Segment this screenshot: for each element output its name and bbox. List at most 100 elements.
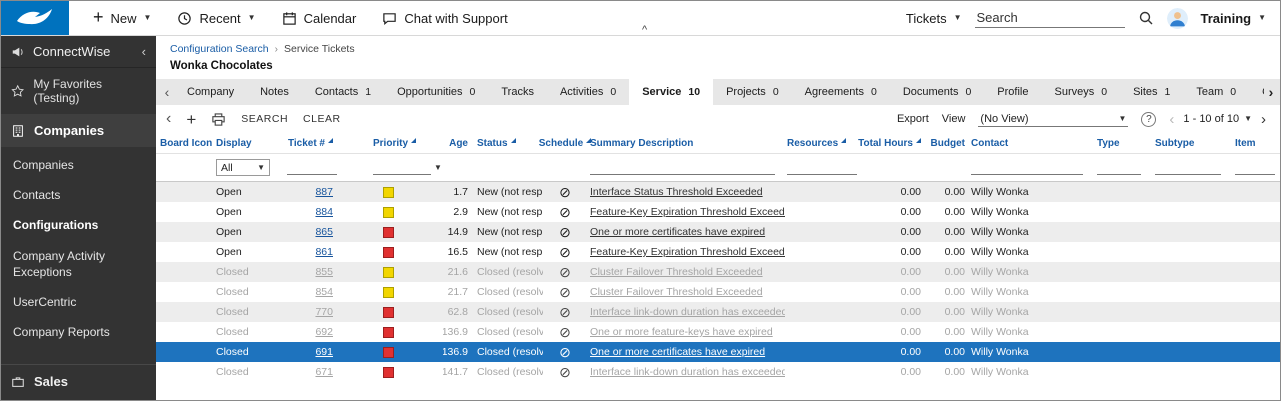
tab-service[interactable]: Service 10 [629,79,713,105]
column-header-status[interactable]: Status [471,133,543,153]
table-row[interactable]: Open 861 16.5 New (not resp... ⊘ Feature… [156,242,1280,262]
schedule-icon[interactable]: ⊘ [559,305,571,319]
schedule-icon[interactable]: ⊘ [559,285,571,299]
tab-documents[interactable]: Documents 0 [890,79,984,105]
summary-link[interactable]: Interface link-down duration has exceede… [590,306,785,318]
recent-button[interactable]: Recent ▼ [177,11,255,26]
chat-support-button[interactable]: Chat with Support [382,11,507,26]
tab-notes[interactable]: Notes [247,79,302,105]
summary-filter-input[interactable] [590,160,775,175]
ticket-link[interactable]: 691 [315,346,333,358]
tab-team[interactable]: Team 0 [1183,79,1249,105]
item-filter-input[interactable] [1235,160,1275,175]
tab-options[interactable]: Options [1249,79,1264,105]
tab-surveys[interactable]: Surveys 0 [1041,79,1120,105]
column-header-type[interactable]: Type [1089,133,1147,153]
pager-prev-icon[interactable]: ‹ [1169,112,1174,127]
pager-range-dropdown[interactable]: 1 - 10 of 10 ▼ [1183,113,1252,125]
add-ticket-icon[interactable]: + [186,111,196,128]
column-header-priority[interactable]: Priority [341,133,443,153]
schedule-icon[interactable]: ⊘ [559,325,571,339]
table-row[interactable]: Closed 854 21.7 Closed (resolv... ⊘ Clus… [156,282,1280,302]
table-row[interactable]: Closed 671 141.7 Closed (resolv... ⊘ Int… [156,362,1280,382]
column-header-contact[interactable]: Contact [969,133,1089,153]
search-icon[interactable] [1138,10,1154,26]
tab-company[interactable]: Company [174,79,247,105]
clear-button[interactable]: CLEAR [303,113,341,125]
table-row[interactable]: Open 884 2.9 New (not resp... ⊘ Feature-… [156,202,1280,222]
sidebar-item-contacts[interactable]: Contacts [1,180,156,210]
sidebar-item-configurations[interactable]: Configurations [1,210,156,240]
ticket-link[interactable]: 671 [315,366,333,378]
column-header-ticket[interactable]: Ticket # [279,133,341,153]
tickets-dropdown[interactable]: Tickets ▼ [906,11,962,26]
summary-link[interactable]: One or more certificates have expired [590,226,765,238]
view-select[interactable]: (No View) ▼ [978,112,1128,127]
schedule-icon[interactable]: ⊘ [559,205,571,219]
tab-activities[interactable]: Activities 0 [547,79,629,105]
topbar-collapse-caret[interactable]: ^ [642,26,647,35]
breadcrumb-parent-link[interactable]: Configuration Search [170,43,269,55]
priority-filter-input[interactable] [373,160,431,175]
type-filter-input[interactable] [1097,160,1141,175]
ticket-filter-input[interactable] [287,160,337,175]
calendar-button[interactable]: Calendar [282,11,357,26]
table-row[interactable]: Closed 692 136.9 Closed (resolv... ⊘ One… [156,322,1280,342]
tab-opportunities[interactable]: Opportunities 0 [384,79,488,105]
user-menu-button[interactable]: Training ▼ [1201,11,1266,26]
table-row[interactable]: Closed 770 62.8 Closed (resolv... ⊘ Inte… [156,302,1280,322]
tab-agreements[interactable]: Agreements 0 [792,79,890,105]
tab-tracks[interactable]: Tracks [488,79,547,105]
summary-link[interactable]: Feature-Key Expiration Threshold Exceede… [590,246,785,258]
column-header-schedule[interactable]: Schedule [543,133,587,153]
schedule-icon[interactable]: ⊘ [559,265,571,279]
sidebar-item-my-favorites[interactable]: My Favorites (Testing) [1,68,156,114]
ticket-link[interactable]: 887 [315,186,333,198]
column-header-budget[interactable]: Budget [925,133,969,153]
column-header-subtype[interactable]: Subtype [1147,133,1229,153]
search-button[interactable]: SEARCH [241,113,288,125]
schedule-icon[interactable]: ⊘ [559,245,571,259]
summary-link[interactable]: Feature-Key Expiration Threshold Exceede… [590,206,785,218]
sidebar-brand-row[interactable]: ConnectWise ‹ [1,36,156,68]
summary-link[interactable]: One or more certificates have expired [590,346,765,358]
summary-link[interactable]: Interface Status Threshold Exceeded [590,186,763,198]
contact-filter-input[interactable] [971,160,1083,175]
new-button[interactable]: + New ▼ [93,10,151,26]
global-search-input[interactable] [975,8,1125,28]
sidebar-collapse-icon[interactable]: ‹ [142,45,146,58]
tab-scroll-right-icon[interactable]: › [1264,79,1278,105]
subtype-filter-input[interactable] [1155,160,1221,175]
table-row[interactable]: Open 865 14.9 New (not resp... ⊘ One or … [156,222,1280,242]
tab-projects[interactable]: Projects 0 [713,79,792,105]
schedule-icon[interactable]: ⊘ [559,365,571,379]
column-header-age[interactable]: Age [443,133,471,153]
summary-link[interactable]: Interface link-down duration has exceede… [590,366,785,378]
summary-link[interactable]: Cluster Failover Threshold Exceeded [590,266,763,278]
ticket-link[interactable]: 865 [315,226,333,238]
chevron-down-icon[interactable]: ▼ [434,163,442,172]
sidebar-item-usercentric[interactable]: UserCentric [1,287,156,317]
table-row[interactable]: Closed 855 21.6 Closed (resolv... ⊘ Clus… [156,262,1280,282]
summary-link[interactable]: Cluster Failover Threshold Exceeded [590,286,763,298]
ticket-link[interactable]: 770 [315,306,333,318]
sidebar-section-companies[interactable]: Companies [1,114,156,147]
display-filter-select[interactable]: All ▼ [216,159,270,176]
help-icon[interactable]: ? [1141,112,1156,127]
tab-profile[interactable]: Profile [984,79,1041,105]
column-header-summary[interactable]: Summary Description [587,133,785,153]
schedule-icon[interactable]: ⊘ [559,345,571,359]
column-header-resources[interactable]: Resources [785,133,865,153]
print-icon[interactable] [211,112,226,127]
resources-filter-input[interactable] [787,160,857,175]
connectwise-logo[interactable] [1,1,69,35]
sidebar-item-companies[interactable]: Companies [1,150,156,180]
table-row[interactable]: Closed 691 136.9 Closed (resolv... ⊘ One… [156,342,1280,362]
schedule-icon[interactable]: ⊘ [559,185,571,199]
column-header-board-icon[interactable]: Board Icon [156,133,206,153]
column-header-total-hours[interactable]: Total Hours [865,133,925,153]
column-header-item[interactable]: Item [1229,133,1280,153]
sidebar-item-sales[interactable]: Sales [1,364,156,400]
back-icon[interactable]: ‹ [166,111,171,127]
sidebar-item-company-reports[interactable]: Company Reports [1,317,156,347]
